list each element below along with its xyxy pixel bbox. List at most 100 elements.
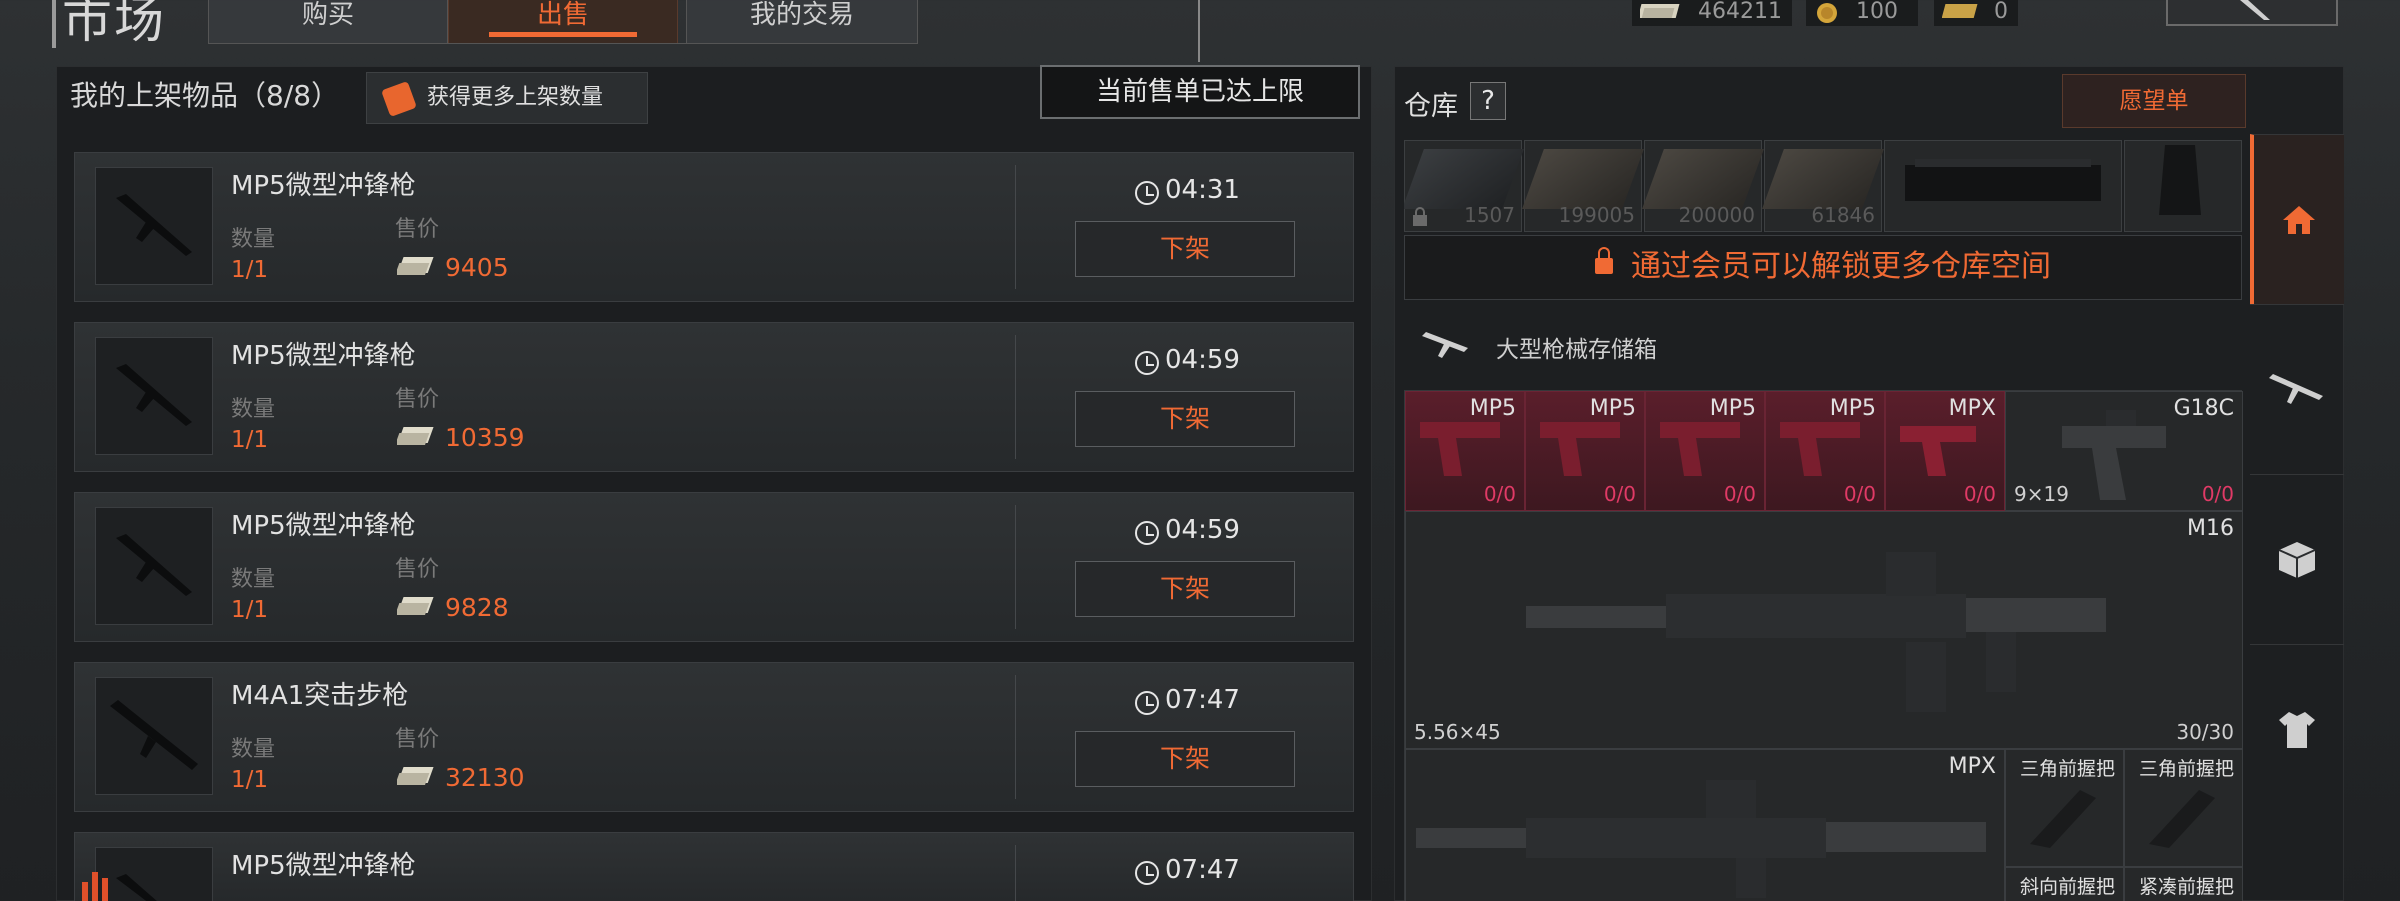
warehouse-slot[interactable]: 200000 — [1642, 140, 1764, 232]
unlock-storage-button[interactable]: 通过会员可以解锁更多仓库空间 — [1404, 235, 2242, 300]
back-button[interactable] — [2166, 0, 2338, 26]
slot-label: MP5 — [1589, 396, 1636, 421]
attachment-slot[interactable]: 紧凑前握把 — [2124, 867, 2243, 901]
attachment-slot[interactable]: 三角前握把 — [2005, 749, 2124, 867]
pistol-icon — [2062, 410, 2166, 500]
lock-icon — [1595, 247, 1613, 274]
listing-row: MP5微型冲锋枪 07:47 — [74, 832, 1354, 901]
coin-icon — [1817, 3, 1837, 23]
listings-title: 我的上架物品（8/8） — [70, 79, 340, 112]
tab-buy[interactable]: 购买 — [208, 0, 448, 44]
pistol-slot[interactable]: MP5 0/0 — [1765, 391, 1885, 511]
time-value: 07:47 — [1165, 685, 1240, 715]
pistol-icon — [1660, 422, 1740, 476]
slot-count: 0/0 — [1963, 482, 1996, 506]
tab-label: 我的交易 — [749, 0, 854, 30]
pistol-slot[interactable]: MP5 0/0 — [1525, 391, 1645, 511]
get-more-slots-button[interactable]: 获得更多上架数量 — [366, 72, 648, 124]
tab-my-trades[interactable]: 我的交易 — [686, 0, 918, 44]
slot-label: M16 — [2187, 516, 2234, 541]
case-icon — [1404, 149, 1524, 209]
rail-handguard-icon — [1905, 159, 2101, 201]
row-divider — [1015, 335, 1016, 459]
listing-row: MP5微型冲锋枪 数量 1/1 售价 10359 04:59 下架 — [74, 322, 1354, 472]
active-tab-underline — [489, 32, 637, 37]
qty-label: 数量 — [231, 567, 276, 592]
item-thumbnail — [95, 507, 213, 625]
row-divider — [1015, 675, 1016, 799]
slot-label: G18C — [2173, 396, 2234, 421]
cash-icon — [397, 767, 434, 785]
qty-value: 1/1 — [231, 427, 269, 453]
row-divider — [1015, 845, 1016, 901]
grip-icon — [2149, 790, 2215, 848]
time-remaining: 04:59 — [1135, 345, 1240, 375]
slot-label: MP5 — [1709, 396, 1756, 421]
tab-sell[interactable]: 出售 — [448, 0, 678, 44]
warehouse-slot[interactable]: 61846 — [1762, 140, 1884, 232]
slot-count: 199005 — [1558, 203, 1635, 227]
slot-count: 0/0 — [2201, 482, 2234, 506]
smg-icon — [116, 194, 192, 256]
sidebar-item-weapons[interactable] — [2250, 304, 2344, 474]
item-name: MP5微型冲锋枪 — [231, 171, 416, 201]
cash-icon — [1640, 4, 1680, 18]
header-divider — [1198, 0, 1200, 62]
sidebar-item-home[interactable] — [2250, 134, 2344, 304]
slot-count: 61846 — [1811, 203, 1875, 227]
price-label: 售价 — [395, 387, 440, 412]
ticket-icon — [381, 81, 417, 117]
attachment-slot[interactable]: 三角前握把 — [2124, 749, 2243, 867]
wishlist-button[interactable]: 愿望单 — [2062, 74, 2246, 128]
pistol-slot[interactable]: MP5 0/0 — [1645, 391, 1765, 511]
price-label: 售价 — [395, 217, 440, 242]
slot-count: 1507 — [1464, 203, 1515, 227]
warehouse-sidebar — [2250, 132, 2344, 901]
warehouse-title: 仓库 — [1404, 91, 1458, 122]
clock-icon — [1135, 861, 1159, 885]
help-button[interactable]: ? — [1470, 82, 1506, 120]
delist-button[interactable]: 下架 — [1075, 561, 1295, 617]
sidebar-item-gear[interactable] — [2250, 644, 2344, 814]
time-value: 04:59 — [1165, 345, 1240, 375]
tab-label: 购买 — [301, 0, 354, 30]
item-thumbnail — [95, 337, 213, 455]
unlock-text: 通过会员可以解锁更多仓库空间 — [1631, 249, 2051, 284]
cash-icon — [397, 257, 434, 275]
attachment-slot[interactable]: 斜向前握把 — [2005, 867, 2124, 901]
pistol-slot[interactable]: G18C 9×19 0/0 — [2005, 391, 2243, 511]
warehouse-slot[interactable]: 199005 — [1522, 140, 1644, 232]
case-title: 大型枪械存储箱 — [1496, 337, 1657, 363]
coin-value: 100 — [1856, 0, 1898, 24]
delist-button[interactable]: 下架 — [1075, 731, 1295, 787]
pistol-slot[interactable]: MP5 0/0 — [1405, 391, 1525, 511]
pistol-slot[interactable]: MPX 0/0 — [1885, 391, 2005, 511]
pistol-icon — [1540, 422, 1620, 476]
slot-label: 斜向前握把 — [2019, 876, 2115, 898]
mpx-slot[interactable]: MPX — [1405, 749, 2005, 901]
sidebar-item-storage[interactable] — [2250, 474, 2344, 644]
warehouse-slot[interactable]: 1507 — [1404, 140, 1524, 232]
item-name: MP5微型冲锋枪 — [231, 341, 416, 371]
smg-icon — [116, 534, 192, 596]
qty-label: 数量 — [231, 397, 276, 422]
slot-label: 紧凑前握把 — [2138, 876, 2234, 898]
qty-value: 1/1 — [231, 767, 269, 793]
currency-cash: 464211 — [1632, 0, 1792, 26]
m16-slot[interactable]: M16 5.56×45 30/30 — [1405, 511, 2243, 749]
delist-button[interactable]: 下架 — [1075, 221, 1295, 277]
qty-value: 1/1 — [231, 597, 269, 623]
tab-label: 出售 — [536, 0, 589, 30]
weapon-case-grid: MP5 0/0 MP5 0/0 MP5 0/0 MP5 0/0 MPX 0/0 G18C 9… — [1404, 390, 2243, 901]
pistol-icon — [1900, 426, 1976, 476]
time-value: 04:31 — [1165, 175, 1240, 205]
ammo-box-icon — [1642, 149, 1764, 209]
currency-gold: 0 — [1934, 0, 2018, 26]
slot-label: MPX — [1948, 396, 1996, 421]
clock-icon — [1135, 691, 1159, 715]
home-icon — [2283, 205, 2315, 234]
warehouse-slot[interactable] — [2124, 140, 2242, 232]
warehouse-top-row: 1507 199005 200000 61846 — [1404, 140, 2242, 234]
warehouse-slot[interactable] — [1884, 140, 2122, 232]
delist-button[interactable]: 下架 — [1075, 391, 1295, 447]
